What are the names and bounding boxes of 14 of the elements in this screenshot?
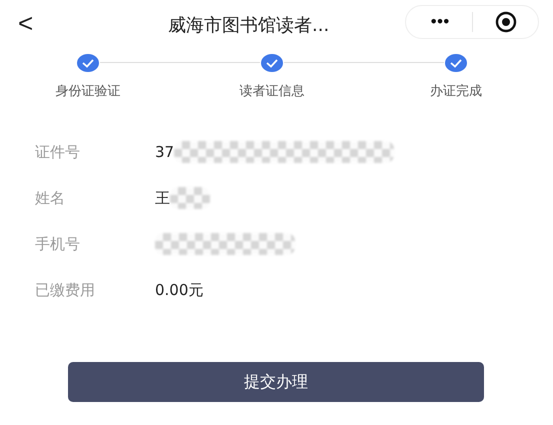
field-label: 手机号: [35, 234, 81, 254]
step-label: 读者证信息: [240, 83, 304, 100]
back-button[interactable]: <: [18, 8, 34, 39]
step-label: 身份证验证: [56, 83, 120, 100]
more-button[interactable]: •••: [406, 14, 472, 30]
step-label: 办证完成: [430, 83, 482, 100]
submit-button[interactable]: 提交办理: [68, 362, 484, 402]
field-value: 37: [155, 143, 174, 161]
field-label: 证件号: [35, 142, 81, 162]
field-value: 王: [155, 188, 170, 208]
field-label: 姓名: [35, 188, 66, 208]
page-title: 威海市图书馆读者...: [168, 14, 330, 37]
field-label: 已缴费用: [35, 280, 96, 300]
field-value: 0.00元: [155, 280, 204, 300]
